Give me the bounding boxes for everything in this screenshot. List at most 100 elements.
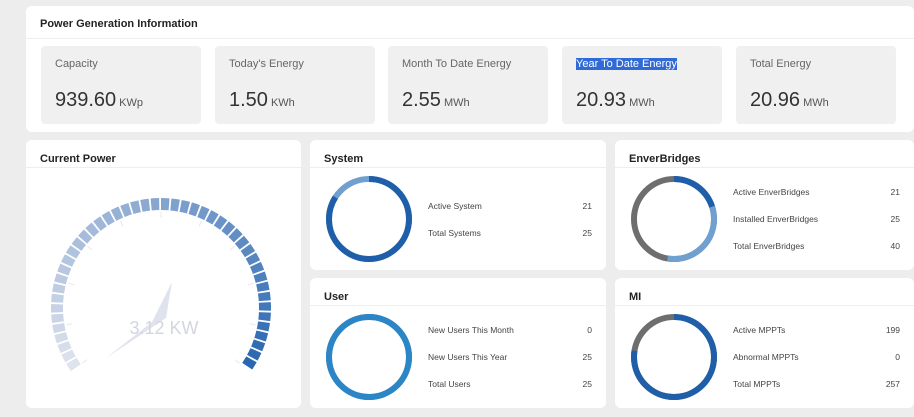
current-power-title: Current Power — [26, 140, 301, 168]
row-value: 25 — [890, 214, 900, 224]
gauge-segment — [51, 313, 64, 323]
row-label: Total MPPTs — [733, 379, 781, 389]
gauge-segment — [150, 198, 160, 211]
row-label: New Users This Year — [428, 352, 508, 362]
row-value: 21 — [582, 201, 592, 211]
mi-panel: MI Active MPPTs 199 Abnormal MPPTs 0 Total… — [615, 278, 914, 408]
todays-energy-unit: KWh — [270, 97, 295, 109]
current-power-gauge: 3.12 KW — [51, 198, 271, 372]
gauge-segment — [54, 273, 68, 285]
month-to-date-energy-card[interactable]: Month To Date Energy 2.55 MWh — [388, 46, 548, 124]
row-label: Abnormal MPPTs — [733, 352, 799, 362]
gauge-segment — [253, 271, 268, 283]
gauge-segment — [254, 330, 269, 342]
year-to-date-energy-card[interactable]: Year To Date Energy 20.93 MWh — [562, 46, 722, 124]
total-energy-card[interactable]: Total Energy 20.96 MWh — [736, 46, 896, 124]
enverbridges-row-active: Active EnverBridges 21 — [733, 187, 900, 199]
row-label: Installed EnverBridges — [733, 214, 819, 224]
year-to-date-energy-number: 20.93 — [576, 89, 627, 111]
row-value: 0 — [895, 352, 900, 362]
mi-row-abnormal: Abnormal MPPTs 0 — [733, 352, 900, 364]
gauge-segment — [54, 332, 69, 344]
mi-row-total: Total MPPTs 257 — [733, 379, 900, 391]
gauge-segment — [188, 202, 200, 217]
user-title: User — [310, 278, 606, 306]
power-generation-panel: Power Generation Information Capacity 93… — [26, 6, 914, 132]
capacity-number: 939.60 — [55, 89, 117, 111]
gauge-segment — [130, 200, 141, 214]
year-to-date-energy-label: Year To Date Energy — [576, 58, 677, 70]
gauge-tick — [229, 245, 235, 251]
enverbridges-title: EnverBridges — [615, 140, 914, 168]
gauge-segment — [51, 293, 64, 303]
system-panel: System Active System 21 Total Systems 25 — [310, 140, 606, 270]
row-label: Total EnverBridges — [733, 241, 805, 251]
gauge-segment — [256, 281, 270, 292]
row-value: 40 — [890, 241, 900, 251]
current-power-panel: Current Power 3.12 KW — [26, 140, 301, 408]
row-label: Active System — [428, 201, 482, 211]
user-panel: User New Users This Month 0 New Users Thi… — [310, 278, 606, 408]
enverbridges-donut-chart — [631, 176, 717, 262]
todays-energy-label: Today's Energy — [229, 58, 304, 70]
gauge-tick — [87, 245, 93, 251]
todays-energy-value: 1.50 KWh — [229, 89, 295, 112]
gauge-segment — [256, 321, 270, 332]
month-to-date-energy-number: 2.55 — [402, 89, 441, 111]
todays-energy-number: 1.50 — [229, 89, 268, 111]
total-energy-label: Total Energy — [750, 58, 812, 70]
total-energy-value: 20.96 MWh — [750, 89, 829, 112]
row-label: Total Users — [428, 379, 471, 389]
month-to-date-energy-value: 2.55 MWh — [402, 89, 470, 112]
capacity-value: 939.60 KWp — [55, 89, 143, 112]
gauge-segment — [179, 199, 191, 214]
row-label: Total Systems — [428, 228, 481, 238]
user-donut-chart — [326, 314, 412, 400]
gauge-segment — [51, 304, 64, 313]
row-value: 21 — [890, 187, 900, 197]
row-label: New Users This Month — [428, 325, 514, 335]
total-energy-number: 20.96 — [750, 89, 801, 111]
enverbridges-row-total: Total EnverBridges 40 — [733, 241, 900, 253]
gauge-segment — [170, 198, 180, 212]
gauge-tick — [249, 323, 256, 326]
enverbridges-row-installed: Installed EnverBridges 25 — [733, 214, 900, 226]
capacity-card[interactable]: Capacity 939.60 KWp — [41, 46, 201, 124]
user-row-total: Total Users 25 — [428, 379, 592, 391]
capacity-label: Capacity — [55, 58, 98, 70]
power-generation-title: Power Generation Information — [26, 6, 914, 39]
user-row-year: New Users This Year 25 — [428, 352, 592, 364]
row-value: 199 — [885, 325, 900, 335]
row-label: Active EnverBridges — [733, 187, 810, 197]
gauge-tick — [82, 359, 88, 364]
total-energy-unit: MWh — [803, 97, 829, 109]
gauge-tick — [234, 359, 240, 364]
gauge-segment — [52, 322, 66, 334]
month-to-date-energy-label: Month To Date Energy — [402, 58, 512, 70]
year-to-date-energy-value: 20.93 MWh — [576, 89, 655, 112]
enverbridges-panel: EnverBridges Active EnverBridges 21 Insta… — [615, 140, 914, 270]
gauge-segment — [140, 198, 151, 212]
current-power-value: 3.12 KW — [129, 318, 198, 338]
row-value: 25 — [582, 352, 592, 362]
gauge-segment — [52, 283, 66, 294]
gauge-tick — [119, 220, 124, 227]
gauge-segment — [258, 312, 271, 322]
todays-energy-card[interactable]: Today's Energy 1.50 KWh — [215, 46, 375, 124]
mi-row-active: Active MPPTs 199 — [733, 325, 900, 337]
capacity-unit: KWp — [119, 97, 144, 109]
row-label: Active MPPTs — [733, 325, 786, 335]
row-value: 0 — [587, 325, 592, 335]
year-to-date-energy-unit: MWh — [629, 97, 655, 109]
row-value: 25 — [582, 228, 592, 238]
gauge-tick — [68, 282, 75, 286]
row-value: 257 — [885, 379, 900, 389]
system-title: System — [310, 140, 606, 168]
gauge-tick — [66, 323, 73, 326]
mi-donut-chart — [631, 314, 717, 400]
gauge-segment — [258, 302, 271, 311]
user-donut-arc — [326, 314, 412, 400]
system-row-active: Active System 21 — [428, 201, 592, 213]
gauge-tick — [247, 282, 254, 286]
user-row-month: New Users This Month 0 — [428, 325, 592, 337]
